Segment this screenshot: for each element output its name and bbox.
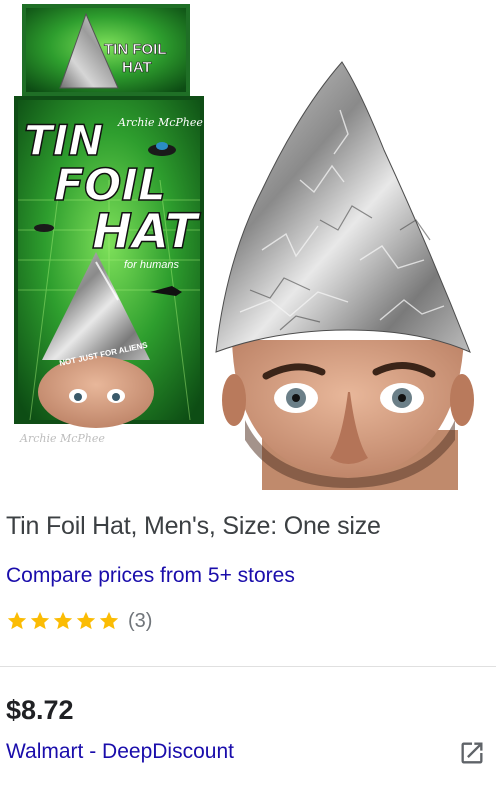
star-icon bbox=[76, 611, 96, 630]
star-icon bbox=[30, 611, 50, 630]
compare-prices-link[interactable]: Compare prices from 5+ stores bbox=[6, 564, 295, 588]
rating-count[interactable]: (3) bbox=[128, 610, 152, 633]
product-card[interactable]: TIN FOIL HAT TIN FOIL HAT Archie McPhee … bbox=[0, 0, 496, 798]
rating: (3) bbox=[6, 608, 152, 634]
open-in-new-icon[interactable] bbox=[458, 739, 486, 767]
package-top-label-line1: TIN FOIL bbox=[104, 41, 167, 58]
package-brand: Archie McPhee bbox=[117, 116, 203, 129]
package-word-tin: TIN bbox=[24, 116, 103, 165]
package-top-label-line2: HAT bbox=[122, 59, 152, 76]
package-bottom-brand: Archie McPhee bbox=[19, 432, 105, 445]
star-rating bbox=[6, 610, 120, 632]
star-icon bbox=[99, 611, 119, 630]
package-box: TIN FOIL HAT TIN FOIL HAT Archie McPhee … bbox=[14, 4, 204, 445]
star-icon bbox=[53, 611, 73, 630]
package-for-humans: for humans bbox=[124, 259, 180, 271]
product-title[interactable]: Tin Foil Hat, Men's, Size: One size bbox=[6, 512, 381, 541]
divider bbox=[0, 666, 496, 667]
seller-link[interactable]: Walmart - DeepDiscount bbox=[6, 740, 234, 764]
package-word-hat: HAT bbox=[92, 204, 201, 260]
product-image[interactable]: TIN FOIL HAT TIN FOIL HAT Archie McPhee … bbox=[0, 0, 496, 490]
product-price: $8.72 bbox=[6, 695, 74, 725]
star-icon bbox=[7, 611, 27, 630]
man-with-foil-hat bbox=[215, 61, 474, 490]
